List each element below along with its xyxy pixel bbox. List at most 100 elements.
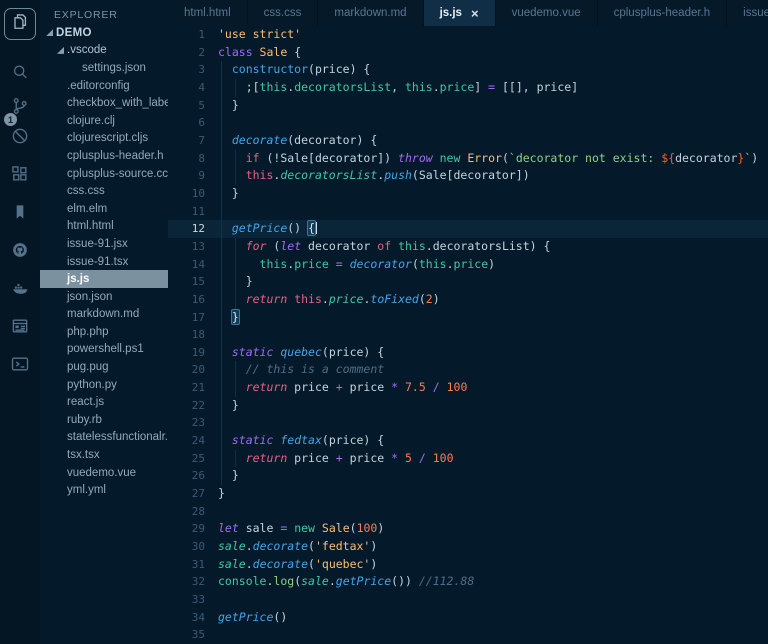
close-icon[interactable]: × — [471, 7, 479, 20]
tree-item-label: issue-91.jsx — [67, 237, 128, 250]
line-number: 1 — [198, 28, 205, 41]
code-line-19[interactable]: 19 static quebec(price) { — [168, 343, 768, 362]
tree-item-clojure.clj[interactable]: clojure.clj — [40, 112, 168, 130]
code-line-16[interactable]: 16 return this.price.toFixed(2) — [168, 290, 768, 309]
code-line-17[interactable]: 17 } — [168, 308, 768, 327]
code-line-25[interactable]: 25 return price + price * 5 / 100 — [168, 449, 768, 468]
activitybar-item-github[interactable] — [0, 236, 40, 268]
indent-guide — [221, 149, 222, 168]
code-line-2[interactable]: 2 class Sale { — [168, 44, 768, 62]
activitybar-item-powershell[interactable] — [0, 350, 40, 382]
tree-item-.vscode[interactable]: .vscode — [40, 42, 168, 60]
code-line-34[interactable]: 34 getPrice() — [168, 609, 768, 627]
tree-item-js.js[interactable]: js.js — [40, 270, 168, 288]
code-line-23[interactable]: 23 — [168, 414, 768, 433]
tab-js.js[interactable]: js.js × — [423, 0, 496, 26]
tree-item-issue-91.jsx[interactable]: issue-91.jsx — [40, 235, 168, 253]
tab-css.css[interactable]: css.css — [247, 0, 319, 26]
activitybar-item-search[interactable] — [0, 58, 40, 90]
line-number: 8 — [198, 151, 205, 165]
code-line-21[interactable]: 21 return price + price * 7.5 / 100 — [168, 379, 768, 397]
code-line-29[interactable]: 29 let sale = new Sale(100) — [168, 520, 768, 538]
activitybar-item-docker[interactable] — [0, 274, 40, 306]
activitybar-item-files[interactable] — [0, 8, 40, 40]
tree-item-elm.elm[interactable]: elm.elm — [40, 200, 168, 218]
debug-disabled-icon — [10, 126, 30, 151]
activitybar-item-extensions[interactable] — [0, 160, 40, 192]
tree-item-css.css[interactable]: css.css — [40, 182, 168, 200]
code-line-12[interactable]: 12 getPrice() { — [168, 220, 768, 238]
indent-guide — [221, 449, 222, 468]
code-line-33[interactable]: 33 — [168, 591, 768, 609]
tab-label: markdown.md — [334, 7, 407, 19]
indent-guide — [221, 114, 222, 132]
tree-item-python.py[interactable]: python.py — [40, 376, 168, 394]
code-line-28[interactable]: 28 — [168, 503, 768, 521]
code-line-24[interactable]: 24 static fedtax(price) { — [168, 432, 768, 450]
tab-issue-91.jsx[interactable]: issue-91.jsx — [727, 0, 768, 26]
code-line-18[interactable]: 18 — [168, 326, 768, 344]
tree-item-clojurescript.cljs[interactable]: clojurescript.cljs — [40, 130, 168, 148]
code-line-32[interactable]: 32 console.log(sale.getPrice()) //112.88 — [168, 573, 768, 591]
line-number: 14 — [191, 257, 205, 271]
code-line-7[interactable]: 7 decorate(decorator) { — [168, 131, 768, 150]
code-line-20[interactable]: 20 // this is a comment — [168, 361, 768, 380]
tab-html.html[interactable]: html.html — [168, 0, 248, 26]
tree-item-json.json[interactable]: json.json — [40, 288, 168, 306]
activitybar-item-bookmark[interactable] — [0, 198, 40, 230]
tree-item-statelessfunctionalr...[interactable]: statelessfunctionalr... — [40, 429, 168, 447]
line-number: 31 — [191, 557, 205, 571]
code-editor[interactable]: 1 'use strict' 2 class Sale {3 constructor(… — [168, 26, 768, 644]
tree-item-settings.json[interactable]: settings.json — [40, 59, 168, 77]
tree-item-DEMO[interactable]: DEMO — [40, 24, 168, 42]
code-line-31[interactable]: 31 sale.decorate('quebec') — [168, 556, 768, 574]
explorer-sidebar: EXPLORER DEMO .vscode settings.json .editor… — [40, 0, 168, 644]
tree-item-php.php[interactable]: php.php — [40, 323, 168, 341]
tree-item-yml.yml[interactable]: yml.yml — [40, 481, 168, 499]
tree-item-powershell.ps1[interactable]: powershell.ps1 — [40, 341, 168, 359]
code-line-6[interactable]: 6 — [168, 114, 768, 132]
code-text: 'use strict' — [218, 27, 302, 41]
tree-item-label: vuedemo.vue — [67, 466, 137, 479]
tree-item-.editorconfig[interactable]: .editorconfig — [40, 77, 168, 95]
tab-bar: html.html css.css markdown.md js.js × vuedemo… — [168, 0, 768, 26]
tab-markdown.md[interactable]: markdown.md — [318, 0, 424, 26]
code-line-5[interactable]: 5 } — [168, 96, 768, 115]
tree-item-ruby.rb[interactable]: ruby.rb — [40, 411, 168, 429]
code-line-10[interactable]: 10 } — [168, 184, 768, 203]
tree-item-pug.pug[interactable]: pug.pug — [40, 358, 168, 376]
code-line-35[interactable]: 35 — [168, 626, 768, 644]
code-line-8[interactable]: 8 if (!Sale[decorator]) throw new Error(… — [168, 149, 768, 168]
tree-item-tsx.tsx[interactable]: tsx.tsx — [40, 446, 168, 464]
tree-item-html.html[interactable]: html.html — [40, 218, 168, 236]
code-line-14[interactable]: 14 this.price = decorator(this.price) — [168, 255, 768, 274]
tree-item-react.js[interactable]: react.js — [40, 393, 168, 411]
tab-vuedemo.vue[interactable]: vuedemo.vue — [495, 0, 598, 26]
editor-group: html.html css.css markdown.md js.js × vuedemo… — [168, 0, 768, 644]
tree-item-markdown.md[interactable]: markdown.md — [40, 306, 168, 324]
code-line-22[interactable]: 22 } — [168, 396, 768, 415]
code-line-4[interactable]: 4 ;[this.decoratorsList, this.price] = [… — [168, 78, 768, 97]
line-number: 3 — [198, 63, 205, 77]
indent-guide — [221, 184, 222, 203]
tree-item-vuedemo.vue[interactable]: vuedemo.vue — [40, 464, 168, 482]
code-line-26[interactable]: 26 } — [168, 467, 768, 486]
code-line-11[interactable]: 11 — [168, 202, 768, 221]
tree-item-issue-91.tsx[interactable]: issue-91.tsx — [40, 253, 168, 271]
code-line-15[interactable]: 15 } — [168, 273, 768, 291]
tree-item-cplusplus-source.cc[interactable]: cplusplus-source.cc — [40, 165, 168, 183]
activitybar-item-source-control[interactable]: 1 — [0, 92, 40, 126]
activitybar-item-debug-disabled[interactable] — [0, 122, 40, 154]
code-line-13[interactable]: 13 for (let decorator of this.decorators… — [168, 237, 768, 256]
tab-cplusplus-header.h[interactable]: cplusplus-header.h — [597, 0, 728, 26]
code-line-9[interactable]: 9 this.decoratorsList.push(Sale[decorato… — [168, 167, 768, 185]
code-line-1[interactable]: 1 'use strict' — [168, 26, 768, 44]
tree-item-checkbox_with_label...[interactable]: checkbox_with_label... — [40, 94, 168, 112]
tree-item-cplusplus-header.h[interactable]: cplusplus-header.h — [40, 147, 168, 165]
line-number: 13 — [191, 239, 205, 253]
activitybar-item-browser-window[interactable] — [0, 312, 40, 344]
code-line-27[interactable]: 27} — [168, 485, 768, 503]
code-line-3[interactable]: 3 constructor(price) { — [168, 61, 768, 79]
code-line-30[interactable]: 30 sale.decorate('fedtax') — [168, 538, 768, 556]
